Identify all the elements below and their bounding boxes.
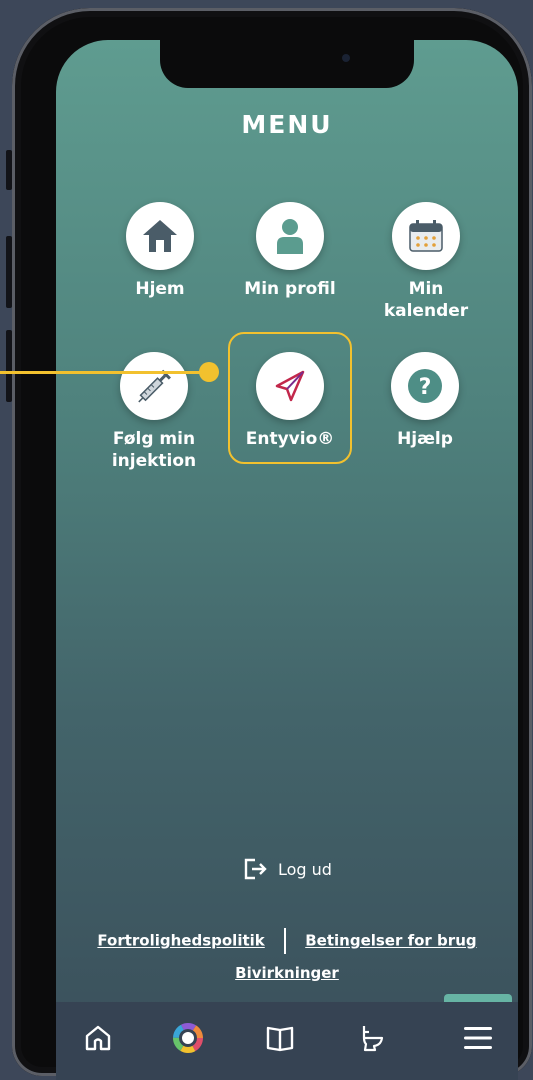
person-icon bbox=[277, 219, 303, 254]
page-title: MENU bbox=[241, 110, 333, 139]
logout-label: Log ud bbox=[278, 859, 332, 879]
svg-text:?: ? bbox=[419, 375, 432, 400]
menu-item-label: Følg min injektion bbox=[111, 429, 197, 471]
tab-library[interactable] bbox=[260, 1018, 300, 1058]
app-screen: MENU Hjem Min profil Min kalender Følg m… bbox=[56, 40, 518, 1080]
calendar-icon bbox=[409, 220, 443, 252]
logout-button[interactable]: Log ud bbox=[244, 858, 332, 880]
menu-item-label: Min kalender bbox=[383, 279, 469, 321]
book-icon bbox=[266, 1026, 294, 1052]
side-effects-link[interactable]: Bivirkninger bbox=[235, 964, 339, 982]
question-icon: ? bbox=[408, 369, 442, 403]
privacy-policy-link[interactable]: Fortrolighedspolitik bbox=[97, 932, 264, 950]
entyvio-highlight-box bbox=[228, 332, 352, 464]
bottom-tab-bar bbox=[56, 994, 518, 1080]
menu-item-label: Min profil bbox=[244, 279, 336, 299]
tab-mood[interactable] bbox=[168, 1018, 208, 1058]
menu-item-injection[interactable]: Følg min injektion bbox=[94, 352, 214, 472]
home-icon bbox=[143, 220, 177, 252]
footer-links: Fortrolighedspolitik Betingelser for bru… bbox=[56, 928, 518, 982]
menu-item-help[interactable]: ? Hjælp bbox=[365, 352, 485, 450]
active-tab-indicator bbox=[444, 994, 512, 1002]
link-divider bbox=[284, 928, 286, 954]
tab-home[interactable] bbox=[78, 1018, 118, 1058]
tab-menu[interactable] bbox=[458, 1018, 498, 1058]
callout-line bbox=[0, 371, 204, 374]
menu-item-label: Hjælp bbox=[397, 429, 453, 449]
menu-item-label: Hjem bbox=[135, 279, 185, 299]
logout-icon bbox=[244, 858, 267, 880]
phone-notch bbox=[160, 40, 414, 88]
callout-dot bbox=[199, 362, 219, 382]
menu-item-profile[interactable]: Min profil bbox=[230, 202, 350, 300]
menu-item-calendar[interactable]: Min kalender bbox=[366, 202, 486, 322]
hamburger-menu-icon bbox=[464, 1027, 492, 1049]
phone-frame: MENU Hjem Min profil Min kalender Følg m… bbox=[12, 8, 532, 1080]
toilet-icon bbox=[362, 1026, 384, 1052]
tab-toilet[interactable] bbox=[352, 1018, 392, 1058]
color-wheel-icon bbox=[173, 1023, 203, 1053]
terms-link[interactable]: Betingelser for brug bbox=[305, 932, 476, 950]
home-outline-icon bbox=[85, 1025, 111, 1051]
menu-item-home[interactable]: Hjem bbox=[100, 202, 220, 300]
